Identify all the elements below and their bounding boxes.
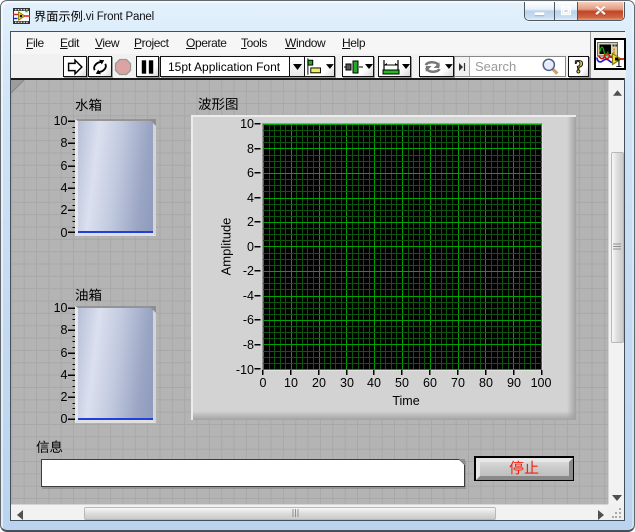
svg-text:?: ?	[574, 57, 584, 77]
